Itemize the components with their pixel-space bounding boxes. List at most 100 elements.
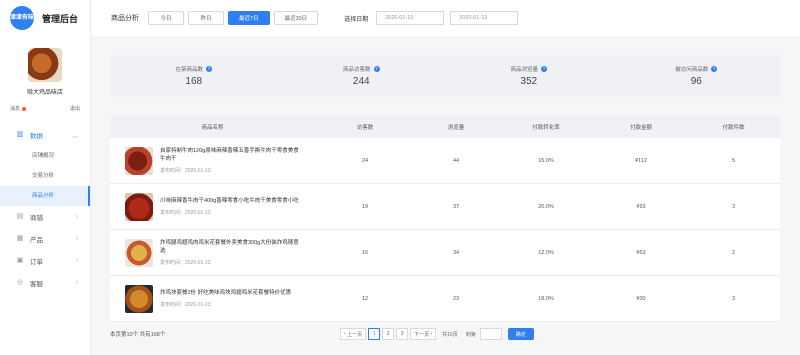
stat-value: 352 <box>520 76 538 87</box>
col-header-views[interactable]: 浏览量 <box>415 123 497 131</box>
sidebar-group-data[interactable]: ▥ 数据 ︿ <box>0 124 90 146</box>
date-start-input[interactable]: 2020-01-13 <box>376 11 445 25</box>
range-30days-button[interactable]: 最近30日 <box>273 11 319 25</box>
stat-product-visitors: 商品访客数? 244 <box>278 55 446 97</box>
page-button-2[interactable]: 2 <box>382 328 395 340</box>
sidebar-item-trade-analysis[interactable]: 交易分析 <box>0 166 90 186</box>
unread-dot <box>22 106 27 111</box>
goto-page-input[interactable] <box>479 328 502 340</box>
next-page-label: 下一页 <box>414 331 430 338</box>
sidebar-item-store-overview[interactable]: 店铺概况 <box>0 146 90 166</box>
logout-link[interactable]: 退出 <box>70 105 80 112</box>
store-avatar[interactable] <box>28 48 62 82</box>
col-header-count[interactable]: 付款件数 <box>687 123 780 131</box>
stat-label: 商品浏览量 <box>510 67 538 73</box>
store-name: 啃大鸡品味店 <box>26 90 63 96</box>
brand: 津津有味 管理后台 <box>0 0 90 36</box>
cell-amount: ¥53 <box>636 249 646 256</box>
product-thumbnail[interactable] <box>125 146 153 175</box>
product-publish-time: 发布时间：2020-01-13 <box>160 302 211 308</box>
page-title: 商品分析 <box>111 15 139 22</box>
sidebar: 津津有味 管理后台 啃大鸡品味店 消息 退出 ▥ 数据 ︿ 店铺概况 交易分析 … <box>0 0 91 355</box>
stat-visited-products: 被访问商品数? 96 <box>613 55 781 97</box>
chevron-right-icon: › <box>76 280 78 286</box>
cell-visitors: 12 <box>361 295 369 302</box>
cell-visitors: 24 <box>361 157 369 164</box>
range-yesterday-button[interactable]: 昨日 <box>188 11 224 25</box>
sidebar-group-label: 客服 <box>30 281 43 288</box>
cell-amount: ¥112 <box>635 157 647 164</box>
service-icon: ◎ <box>16 279 24 286</box>
sidebar-group-label: 数据 <box>30 133 43 140</box>
sidebar-group-product[interactable]: ▦ 产品 › <box>0 228 90 250</box>
total-pages: 共10页 <box>442 331 458 338</box>
help-icon[interactable]: ? <box>541 66 547 72</box>
chevron-right-icon: › <box>76 258 78 264</box>
help-icon[interactable]: ? <box>711 66 718 72</box>
help-icon[interactable]: ? <box>206 66 212 72</box>
col-header-conversion[interactable]: 付款转化率 <box>497 123 595 131</box>
pagination: ‹ 上一页 1 2 3 下一页 › 共10页 到第 确定 <box>340 328 534 340</box>
product-thumbnail[interactable] <box>125 284 153 313</box>
cell-conversion: 20.0% <box>538 203 554 210</box>
sidebar-group-label: 产品 <box>30 237 43 244</box>
cell-conversion: 12.0% <box>538 249 554 256</box>
filter-bar: 商品分析 今日 昨日 最近7日 最近30日 选择日期 2020-01-13 20… <box>91 0 800 36</box>
prev-page-button[interactable]: ‹ 上一页 <box>340 328 367 340</box>
chevron-right-icon: › <box>76 214 78 220</box>
page-summary: 本页第10个 共有168个 <box>110 332 166 338</box>
sidebar-group-store[interactable]: ▤ 商铺 › <box>0 206 90 228</box>
order-icon: ▣ <box>16 257 24 264</box>
product-name[interactable]: 炸鸡腿鸡翅鸡肉鸡米花套餐外卖美食300g大份装炸鸡随意选 <box>160 239 300 255</box>
cell-views: 37 <box>452 203 460 210</box>
cell-views: 23 <box>452 295 460 302</box>
cell-amount: ¥30 <box>636 295 646 302</box>
product-name[interactable]: 自家特制牛肉120g原味麻辣香辣五香手撕牛肉干零食美食牛肉干 <box>160 147 300 163</box>
date-label: 选择日期 <box>344 16 369 23</box>
col-header-amount[interactable]: 付款金额 <box>595 123 687 131</box>
table-row[interactable]: 炸鸡块套餐2份 好吃美味鸡块鸡翅鸡米花套餐特价优惠 发布时间：2020-01-1… <box>110 276 780 322</box>
stat-value: 168 <box>185 76 203 87</box>
stat-label: 商品访客数 <box>342 67 371 73</box>
product-thumbnail[interactable] <box>125 192 153 221</box>
help-icon[interactable]: ? <box>373 66 380 72</box>
product-publish-time: 发布时间：2020-01-13 <box>160 210 211 216</box>
table-header: 商品名称 访客数 浏览量 付款转化率 付款金额 付款件数 <box>110 116 780 138</box>
messages-link[interactable]: 消息 <box>10 105 27 112</box>
sidebar-group-service[interactable]: ◎ 客服 › <box>0 272 90 294</box>
stats-panel: 在架商品数? 168 商品访客数? 244 商品浏览量? 352 被访问商品数?… <box>110 55 780 97</box>
cell-visitors: 16 <box>361 249 369 256</box>
product-name[interactable]: 川味麻辣香牛肉干400g香辣零食小吃牛肉干美食零食小吃 <box>160 197 300 205</box>
col-header-visitors[interactable]: 访客数 <box>315 123 415 131</box>
range-today-button[interactable]: 今日 <box>148 11 184 25</box>
stat-product-views: 商品浏览量? 352 <box>445 55 613 97</box>
goto-confirm-button[interactable]: 确定 <box>507 328 534 340</box>
range-7days-button[interactable]: 最近7日 <box>228 11 270 25</box>
chevron-up-icon: ︿ <box>71 133 78 140</box>
chevron-left-icon: ‹ <box>344 331 346 337</box>
product-icon: ▦ <box>16 235 24 242</box>
cell-visitors: 19 <box>361 203 369 210</box>
cell-conversion: 15.0% <box>538 157 554 164</box>
product-name[interactable]: 炸鸡块套餐2份 好吃美味鸡块鸡翅鸡米花套餐特价优惠 <box>160 289 300 297</box>
cell-views: 44 <box>452 157 460 164</box>
sidebar-group-order[interactable]: ▣ 订单 › <box>0 250 90 272</box>
stat-value: 96 <box>690 76 702 87</box>
table-row[interactable]: 自家特制牛肉120g原味麻辣香辣五香手撕牛肉干零食美食牛肉干 发布时间：2020… <box>110 138 780 184</box>
cell-count: 3 <box>731 295 736 302</box>
page-button-3[interactable]: 3 <box>396 328 409 340</box>
table-row[interactable]: 炸鸡腿鸡翅鸡肉鸡米花套餐外卖美食300g大份装炸鸡随意选 发布时间：2020-0… <box>110 230 780 276</box>
next-page-button[interactable]: 下一页 › <box>410 328 437 340</box>
sidebar-item-product-analysis[interactable]: 商品分析 <box>0 186 90 206</box>
page-button-1[interactable]: 1 <box>368 328 381 340</box>
table-row[interactable]: 川味麻辣香牛肉干400g香辣零食小吃牛肉干美食零食小吃 发布时间：2020-01… <box>110 184 780 230</box>
product-table: 商品名称 访客数 浏览量 付款转化率 付款金额 付款件数 自家特制牛肉120g原… <box>110 116 780 322</box>
product-publish-time: 发布时间：2020-01-13 <box>160 260 211 266</box>
cell-count: 3 <box>731 203 736 210</box>
date-end-input[interactable]: 2020-01-13 <box>450 11 519 25</box>
stat-value: 244 <box>352 76 370 87</box>
goto-label: 到第 <box>465 331 476 338</box>
brand-logo[interactable]: 津津有味 <box>10 6 34 30</box>
cell-views: 34 <box>452 249 460 256</box>
product-thumbnail[interactable] <box>125 238 153 267</box>
